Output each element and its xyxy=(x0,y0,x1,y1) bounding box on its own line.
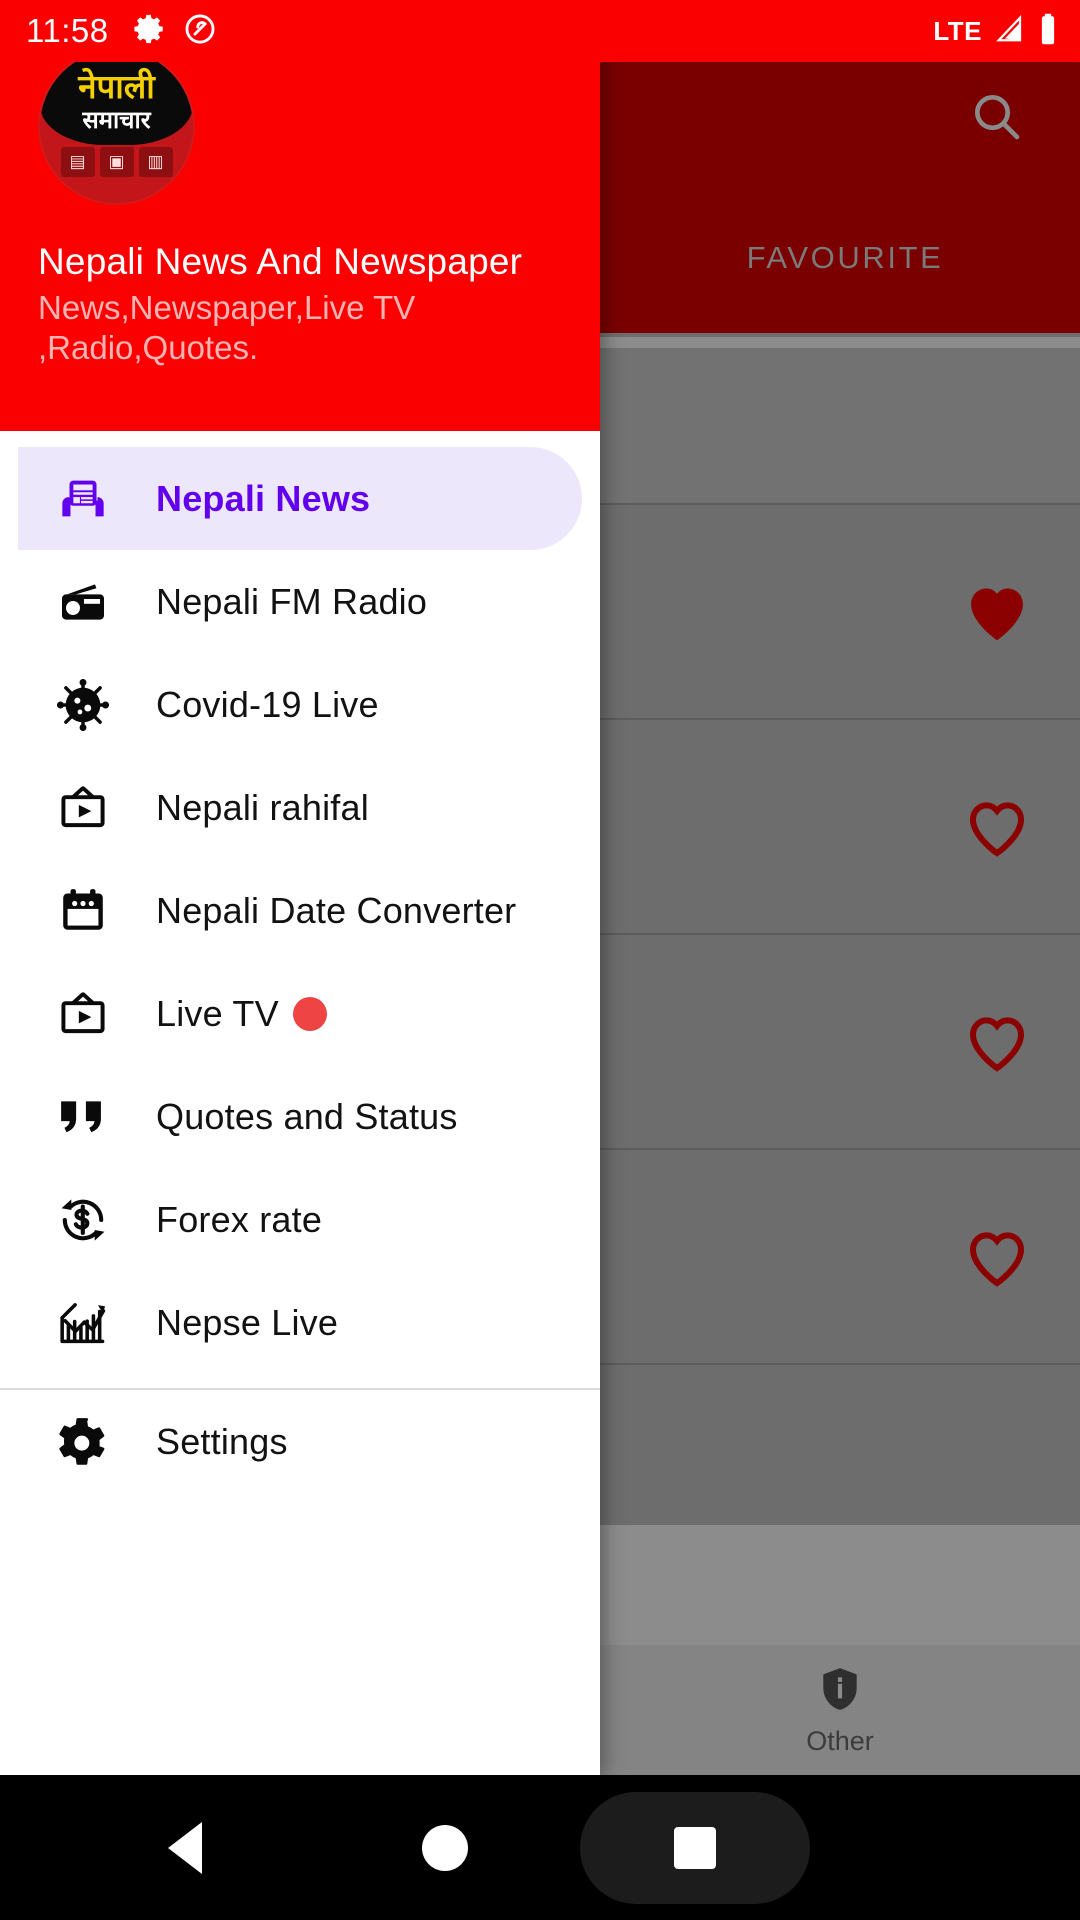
chart-up-icon xyxy=(54,1294,112,1352)
battery-full-icon xyxy=(1038,13,1058,50)
sidebar-item-nepali-date-converter[interactable]: Nepali Date Converter xyxy=(18,859,582,962)
sidebar-item-quotes-and-status[interactable]: Quotes and Status xyxy=(18,1065,582,1168)
tv-play-icon xyxy=(54,985,112,1043)
currency-exchange-icon xyxy=(54,1191,112,1249)
sidebar-item-label: Quotes and Status xyxy=(156,1095,458,1137)
sidebar-item-label: Live TV xyxy=(156,992,279,1034)
sidebar-item-nepali-fm-radio[interactable]: Nepali FM Radio xyxy=(18,550,582,653)
drawer-title: Nepali News And Newspaper xyxy=(38,241,523,282)
virus-icon xyxy=(54,676,112,734)
sidebar-item-label: Nepse Live xyxy=(156,1301,339,1343)
logo-line-1: नेपाली xyxy=(78,67,155,106)
app-screen: FAVOURITE INSTALL xyxy=(0,0,1080,1920)
newspaper-icon: ▤ xyxy=(60,147,95,177)
search-icon[interactable] xyxy=(968,88,1024,144)
list-item[interactable] xyxy=(600,1150,1080,1365)
recents-square-icon[interactable] xyxy=(580,1792,810,1904)
sidebar-item-forex-rate[interactable]: Forex rate xyxy=(18,1168,582,1271)
do-not-disturb-icon xyxy=(183,12,217,51)
logo-tiles: ▤ ▣ ▥ xyxy=(40,147,193,177)
sidebar-item-settings[interactable]: Settings xyxy=(18,1390,582,1493)
sidebar-item-nepali-news[interactable]: Nepali News xyxy=(18,447,582,550)
newspaper-hands-icon xyxy=(54,470,112,528)
quote-icon xyxy=(54,1088,112,1146)
radio-icon: ▥ xyxy=(138,147,173,177)
bottom-nav-label-other: Other xyxy=(806,1726,874,1756)
status-bar: 11:58 LTE xyxy=(0,0,1080,62)
gear-icon xyxy=(54,1413,112,1471)
sidebar-item-nepse-live[interactable]: Nepse Live xyxy=(18,1271,582,1374)
shield-info-icon xyxy=(815,1663,865,1720)
tab-favourite[interactable]: FAVOURITE xyxy=(610,240,1080,276)
network-type-label: LTE xyxy=(933,15,982,46)
drawer-menu: Nepali News Nepali FM Radio Covid-19 Liv… xyxy=(0,431,600,1493)
favourite-heart-outline-icon[interactable] xyxy=(964,798,1030,858)
install-card: INSTALL xyxy=(600,348,1080,505)
list-item[interactable] xyxy=(600,935,1080,1150)
favourite-heart-outline-icon[interactable] xyxy=(964,1013,1030,1073)
status-system-icons: LTE xyxy=(933,13,1058,50)
favourite-heart-outline-icon[interactable] xyxy=(964,1228,1030,1288)
status-notification-icons xyxy=(133,12,217,51)
gear-icon xyxy=(133,12,167,51)
list-item[interactable] xyxy=(600,720,1080,935)
sidebar-item-label: Covid-19 Live xyxy=(156,683,379,725)
back-triangle-icon[interactable] xyxy=(120,1775,250,1920)
bottom-navigation: Other xyxy=(600,1645,1080,1775)
sidebar-item-live-tv[interactable]: Live TV xyxy=(18,962,582,1065)
sidebar-item-label: Nepali Date Converter xyxy=(156,889,517,931)
sidebar-item-label: Forex rate xyxy=(156,1198,323,1240)
sidebar-item-covid-19-live[interactable]: Covid-19 Live xyxy=(18,653,582,756)
sidebar-item-label: Nepali News xyxy=(156,477,371,519)
calendar-icon xyxy=(54,882,112,940)
live-red-dot-icon xyxy=(292,996,327,1031)
app-logo: नेपाली समाचार ▤ ▣ ▥ xyxy=(38,48,195,205)
list-item[interactable] xyxy=(600,505,1080,720)
tv-play-icon xyxy=(54,779,112,837)
signal-triangle-icon xyxy=(994,14,1026,49)
drawer-subtitle: News,Newspaper,Live TV ,Radio,Quotes. xyxy=(38,289,416,367)
sidebar-item-label: Nepali FM Radio xyxy=(156,580,428,622)
navigation-drawer: नेपाली समाचार ▤ ▣ ▥ Nepali News And News… xyxy=(0,0,600,1775)
logo-line-2: समाचार xyxy=(82,106,151,134)
sidebar-item-label: Settings xyxy=(156,1420,288,1462)
sidebar-item-label: Nepali rahifal xyxy=(156,786,369,828)
drawer-header: नेपाली समाचार ▤ ▣ ▥ Nepali News And News… xyxy=(0,0,600,431)
favourite-heart-filled-icon[interactable] xyxy=(964,583,1030,643)
tab-indicator xyxy=(600,333,1080,337)
tv-icon: ▣ xyxy=(99,147,134,177)
sidebar-item-nepali-rahifal[interactable]: Nepali rahifal xyxy=(18,756,582,859)
android-navigation-bar xyxy=(0,1775,1080,1920)
list-item[interactable] xyxy=(600,1365,1080,1525)
bottom-nav-item-other[interactable]: Other xyxy=(806,1663,874,1757)
home-circle-icon[interactable] xyxy=(380,1775,510,1920)
status-time: 11:58 xyxy=(26,12,109,49)
radio-icon xyxy=(54,573,112,631)
sidebar-item-label-group: Live TV xyxy=(156,993,327,1035)
